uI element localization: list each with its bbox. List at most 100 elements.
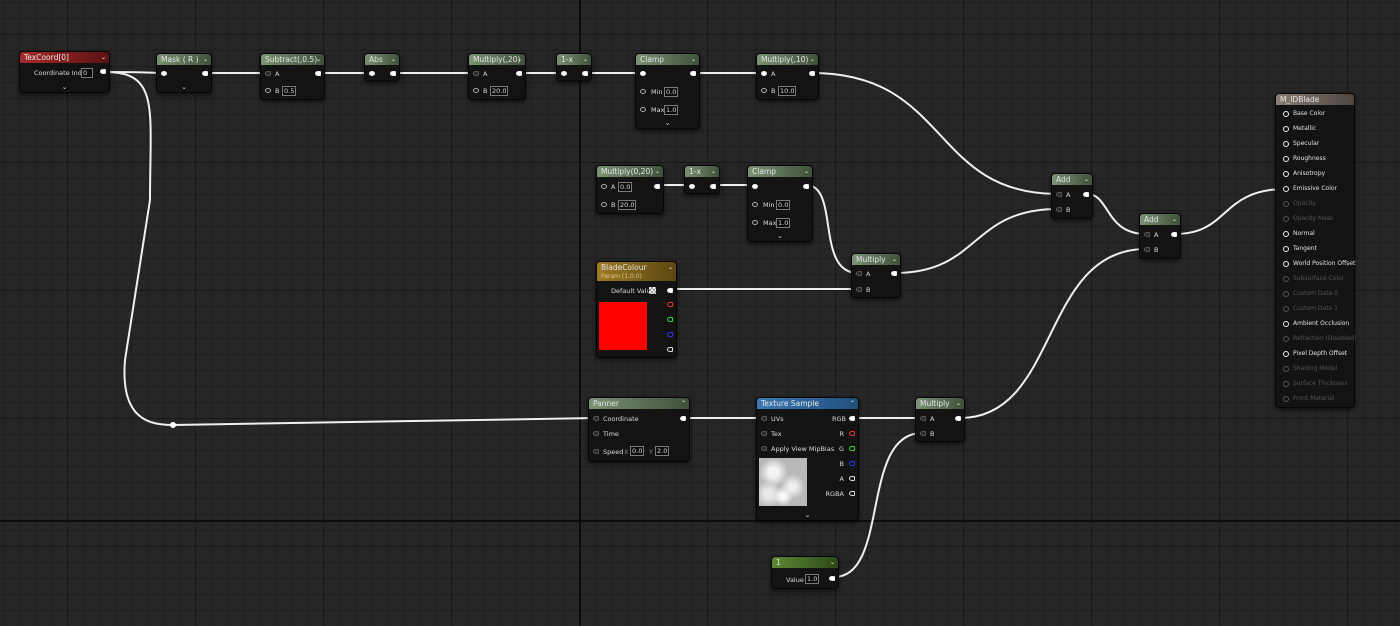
speed-y-field[interactable]: 2.0 (655, 446, 670, 456)
min-pin[interactable] (640, 89, 646, 94)
expand-icon[interactable]: ⌄ (665, 119, 671, 127)
material-input-pin[interactable] (1283, 231, 1289, 237)
chevron-down-icon[interactable]: ⌄ (711, 166, 716, 177)
speed-x-field[interactable]: 0.0 (630, 446, 645, 456)
a-value-field[interactable]: 0.0 (618, 182, 633, 192)
mip-bias-pin[interactable] (761, 446, 767, 451)
chevron-down-icon[interactable]: ⌄ (391, 54, 396, 65)
material-input-pin[interactable] (1283, 291, 1289, 297)
input-pin-a[interactable] (920, 416, 926, 421)
chevron-up-icon[interactable]: ⌃ (668, 266, 673, 275)
constant-value-field[interactable]: 1.0 (805, 574, 820, 584)
coordinate-index-field[interactable]: 0 (81, 68, 93, 78)
chevron-down-icon[interactable]: ⌄ (583, 54, 588, 65)
subtract-node[interactable]: Subtract(,0.5) ⌄ A B 0.5 (260, 53, 325, 100)
output-pin-b[interactable] (849, 461, 855, 466)
input-pin[interactable] (369, 71, 375, 76)
output-pin[interactable] (1171, 232, 1177, 237)
input-pin-b[interactable] (856, 287, 862, 292)
input-pin-a[interactable] (856, 271, 862, 276)
multiply-node[interactable]: Multiply ⌄ A B (915, 397, 965, 442)
time-pin[interactable] (593, 431, 599, 436)
max-value-field[interactable]: 1.0 (776, 218, 791, 228)
input-pin-b[interactable] (601, 202, 607, 207)
uvs-pin[interactable] (761, 416, 767, 421)
b-value-field[interactable]: 20.0 (618, 200, 637, 210)
material-input-pin[interactable] (1283, 381, 1289, 387)
output-pin-a[interactable] (849, 476, 855, 481)
input-pin-a[interactable] (601, 184, 607, 189)
input-pin-b[interactable] (473, 88, 479, 93)
output-pin-rgb[interactable] (849, 416, 855, 421)
material-input-pin[interactable] (1283, 186, 1289, 192)
multiply-0-20-node[interactable]: Multiply(0,20) ⌄ A 0.0 B 20.0 (596, 165, 664, 214)
output-pin-rgb[interactable] (667, 288, 673, 293)
material-input-pin[interactable] (1283, 336, 1289, 342)
input-pin-a[interactable] (1144, 232, 1150, 237)
input-pin-a[interactable] (1056, 192, 1062, 197)
material-input-pin[interactable] (1283, 201, 1289, 207)
panner-node[interactable]: Panner ⌃ Coordinate Time Speed X 0.0 Y 2.… (588, 397, 690, 462)
material-input-pin[interactable] (1283, 171, 1289, 177)
blade-colour-param-node[interactable]: BladeColour Param (1,0,0) ⌃ Default Value (596, 261, 677, 358)
material-input-pin[interactable] (1283, 156, 1289, 162)
b-value-field[interactable]: 20.0 (490, 86, 509, 96)
min-pin[interactable] (752, 202, 758, 207)
one-minus-node[interactable]: 1-x ⌄ (556, 53, 592, 81)
material-input-pin[interactable] (1283, 306, 1289, 312)
output-pin[interactable] (315, 71, 321, 76)
add-node[interactable]: Add ⌄ A B (1051, 173, 1093, 219)
expand-icon[interactable]: ⌄ (777, 232, 783, 240)
add-node[interactable]: Add ⌄ A B (1139, 213, 1181, 259)
output-pin-rgba[interactable] (849, 491, 855, 496)
output-pin-r[interactable] (849, 431, 855, 436)
texcoord-node[interactable]: TexCoord[0] ⌄ Coordinate Index 0 ⌄ (19, 51, 110, 93)
material-input-pin[interactable] (1283, 276, 1289, 282)
material-input-pin[interactable] (1283, 216, 1289, 222)
input-pin-b[interactable] (265, 88, 271, 93)
one-minus-node[interactable]: 1-x ⌄ (684, 165, 720, 194)
chevron-down-icon[interactable]: ⌄ (804, 166, 809, 177)
constant-node[interactable]: 1 ⌄ Value 1.0 (771, 556, 839, 589)
input-pin-b[interactable] (1144, 247, 1150, 252)
output-pin[interactable] (582, 71, 588, 76)
output-pin[interactable] (955, 416, 961, 421)
output-pin-a[interactable] (667, 347, 673, 352)
expand-icon[interactable]: ⌄ (181, 83, 187, 91)
output-pin[interactable] (809, 71, 815, 76)
output-pin[interactable] (891, 271, 897, 276)
output-pin-g[interactable] (849, 446, 855, 451)
chevron-up-icon[interactable]: ⌃ (681, 398, 686, 409)
material-input-pin[interactable] (1283, 111, 1289, 117)
abs-node[interactable]: Abs ⌄ (364, 53, 400, 81)
max-pin[interactable] (752, 220, 758, 225)
chevron-down-icon[interactable]: ⌄ (517, 54, 522, 65)
input-pin[interactable] (752, 184, 758, 189)
chevron-down-icon[interactable]: ⌄ (691, 54, 696, 65)
chevron-down-icon[interactable]: ⌄ (830, 557, 835, 568)
expand-icon[interactable]: ⌄ (805, 511, 811, 519)
mask-node[interactable]: Mask ( R ) ⌄ ⌄ (156, 53, 212, 93)
min-value-field[interactable]: 0.0 (776, 200, 791, 210)
chevron-down-icon[interactable]: ⌄ (1084, 174, 1089, 185)
output-pin-b[interactable] (667, 332, 673, 337)
clamp-node[interactable]: Clamp ⌄ Min 0.0 Max 1.0 ⌄ (635, 53, 700, 129)
material-input-pin[interactable] (1283, 126, 1289, 132)
b-value-field[interactable]: 0.5 (282, 86, 297, 96)
input-pin-a[interactable] (473, 71, 479, 76)
output-pin[interactable] (710, 184, 716, 189)
material-input-pin[interactable] (1283, 351, 1289, 357)
chevron-down-icon[interactable]: ⌄ (810, 54, 815, 65)
chevron-down-icon[interactable]: ⌄ (1172, 214, 1177, 225)
chevron-down-icon[interactable]: ⌄ (892, 254, 897, 265)
multiply-20-node[interactable]: Multiply(,20) ⌄ A B 20.0 (468, 53, 526, 100)
chevron-down-icon[interactable]: ⌄ (655, 166, 660, 177)
color-picker-swatch[interactable] (649, 287, 656, 294)
material-input-pin[interactable] (1283, 141, 1289, 147)
chevron-down-icon[interactable]: ⌄ (203, 54, 208, 65)
output-pin[interactable] (680, 416, 686, 421)
output-pin[interactable] (829, 576, 835, 581)
output-pin[interactable] (803, 184, 809, 189)
max-pin[interactable] (640, 107, 646, 112)
input-pin[interactable] (561, 71, 567, 76)
